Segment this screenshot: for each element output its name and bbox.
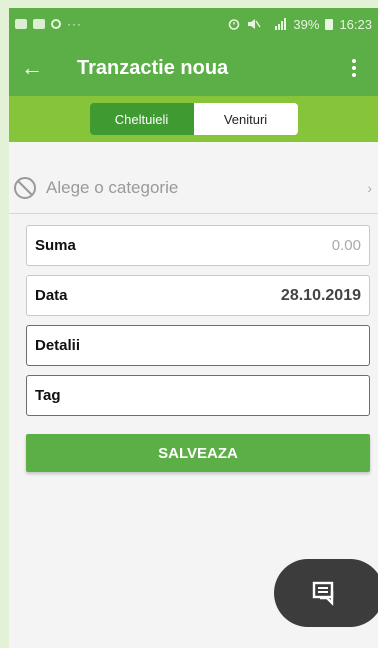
app-screen: ··· 39% 16:23 ← Tranzactie noua Cheltuie…	[9, 8, 378, 648]
details-label: Detalii	[35, 337, 81, 354]
tag-field[interactable]: Tag	[26, 375, 370, 416]
status-bar: ··· 39% 16:23	[9, 8, 378, 40]
block-icon	[14, 176, 36, 199]
mute-icon	[248, 19, 262, 29]
details-field[interactable]: Detalii	[26, 325, 370, 366]
signal-icon	[275, 18, 287, 30]
page-title: Tranzactie noua	[77, 56, 229, 79]
app-notification-icon	[51, 19, 61, 29]
date-value: 28.10.2019	[280, 286, 361, 304]
overflow-menu-icon[interactable]	[342, 56, 366, 80]
tab-cheltuieli[interactable]: Cheltuieli	[89, 103, 194, 135]
tag-label: Tag	[35, 387, 61, 404]
segmented-control: Cheltuieli Venituri	[89, 103, 298, 135]
tab-venituri[interactable]: Venituri	[193, 103, 298, 135]
category-placeholder: Alege o categorie	[46, 177, 179, 197]
message-notification-icon	[33, 19, 45, 29]
tab-bar: Cheltuieli Venituri	[9, 96, 378, 142]
app-bar: ← Tranzactie noua	[9, 40, 378, 96]
feedback-fab[interactable]	[274, 559, 378, 627]
more-notifications-icon: ···	[67, 17, 82, 31]
gallery-notification-icon	[15, 19, 27, 29]
save-button[interactable]: SALVEAZA	[26, 434, 370, 472]
back-arrow-icon[interactable]: ←	[21, 55, 57, 81]
amount-label: Suma	[35, 237, 76, 254]
date-label: Data	[35, 287, 68, 304]
battery-icon	[325, 18, 334, 30]
amount-value: 0.00	[331, 237, 361, 254]
chevron-right-icon: ›	[367, 179, 372, 196]
date-field[interactable]: Data 28.10.2019	[26, 275, 370, 316]
category-selector[interactable]: Alege o categorie ›	[9, 162, 378, 214]
alarm-icon	[229, 19, 240, 30]
chat-icon	[312, 581, 334, 606]
amount-field[interactable]: Suma 0.00	[26, 225, 370, 266]
clock: 16:23	[339, 16, 372, 32]
battery-percent: 39%	[293, 16, 320, 32]
